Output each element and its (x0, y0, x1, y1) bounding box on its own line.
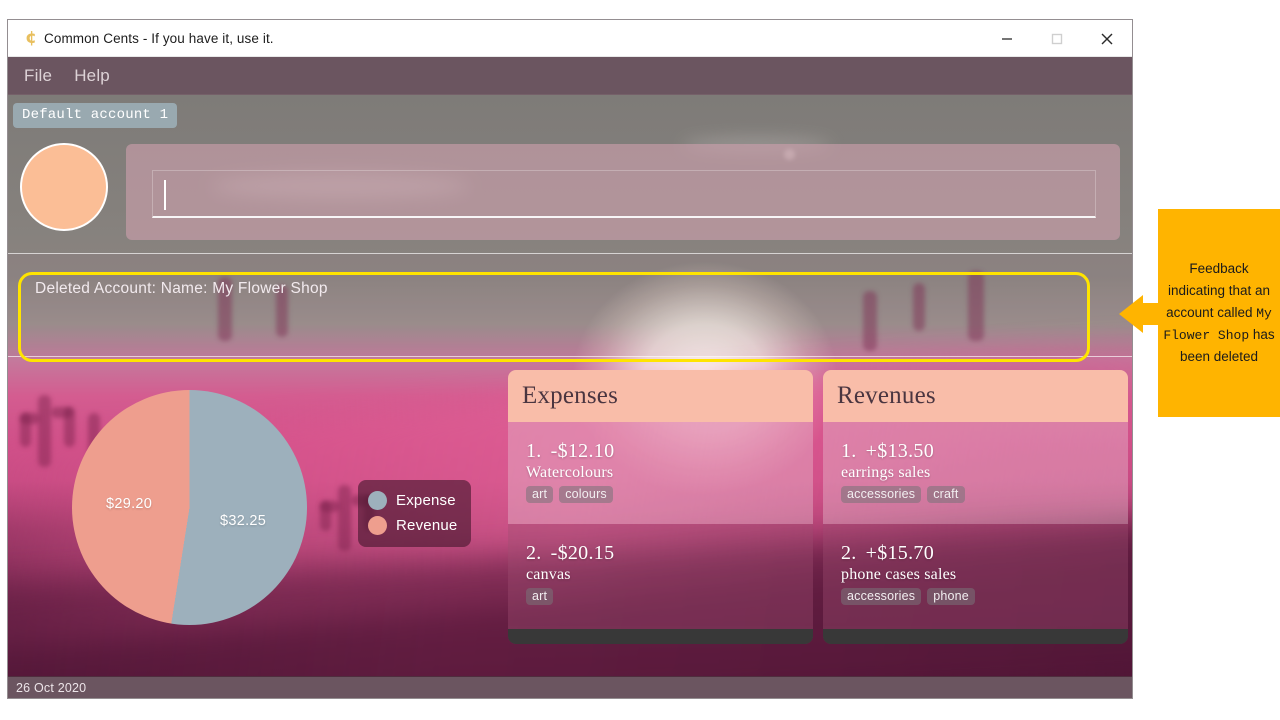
annotation-arrow-icon (1119, 295, 1143, 333)
transaction-index: 2. (526, 542, 542, 564)
text-cursor (164, 180, 166, 210)
transaction-row[interactable]: 1. -$12.10 Watercolours art colours (508, 422, 813, 524)
entry-box (126, 144, 1120, 240)
transaction-amount-line: 1. -$12.10 (526, 440, 813, 463)
legend-item-revenue[interactable]: Revenue (368, 513, 457, 538)
annotation-text: Feedback indicating that an account call… (1162, 258, 1276, 368)
revenues-panel-footer (823, 629, 1128, 644)
transaction-amount-line: 2. -$20.15 (526, 542, 813, 565)
minimize-button[interactable] (982, 20, 1032, 57)
annotation-callout: Feedback indicating that an account call… (1158, 209, 1280, 417)
feedback-panel: Deleted Account: Name: My Flower Shop (8, 253, 1132, 357)
transaction-amount: -$20.15 (550, 542, 615, 564)
transaction-amount-line: 1. +$13.50 (841, 440, 1128, 463)
transaction-tag[interactable]: colours (559, 486, 613, 503)
chart-legend: Expense Revenue (358, 480, 472, 547)
menu-bar: File Help (8, 57, 1132, 95)
screenshot-root: ¢ Common Cents - If you have it, use it. (0, 0, 1280, 720)
transaction-tag[interactable]: accessories (841, 486, 922, 503)
menu-item-help[interactable]: Help (74, 66, 110, 86)
expenses-list: 1. -$12.10 Watercolours art colours 2. -$2… (508, 422, 813, 629)
avatar[interactable] (20, 143, 108, 231)
transaction-tags: accessories phone (841, 588, 1128, 605)
transaction-tag[interactable]: accessories (841, 588, 922, 605)
transaction-index: 1. (841, 440, 857, 462)
legend-color-swatch-expense (368, 491, 387, 510)
pie-chart-container: $29.20 $32.25 Expense Revenue (30, 368, 500, 646)
cent-symbol-icon: ¢ (25, 27, 37, 48)
application-window: ¢ Common Cents - If you have it, use it. (8, 20, 1132, 698)
revenues-panel-header: Revenues (823, 370, 1128, 422)
feedback-message: Deleted Account: Name: My Flower Shop (35, 280, 328, 297)
maximize-button[interactable] (1032, 20, 1082, 57)
revenues-panel: Revenues 1. +$13.50 earrings sales access… (823, 370, 1128, 644)
transaction-row[interactable]: 1. +$13.50 earrings sales accessories cra… (823, 422, 1128, 524)
transaction-input[interactable] (152, 170, 1096, 218)
pie-slice-label-expense: $32.25 (220, 513, 267, 529)
transaction-row[interactable]: 2. +$15.70 phone cases sales accessories … (823, 524, 1128, 626)
transaction-description: phone cases sales (841, 566, 957, 583)
window-controls (982, 20, 1132, 57)
revenues-panel-title: Revenues (837, 382, 936, 409)
legend-label-revenue: Revenue (396, 517, 458, 534)
transaction-tag[interactable]: phone (927, 588, 975, 605)
legend-color-swatch-revenue (368, 516, 387, 535)
entry-row (8, 138, 1132, 246)
menu-item-file[interactable]: File (24, 66, 52, 86)
revenues-list: 1. +$13.50 earrings sales accessories cra… (823, 422, 1128, 629)
expenses-panel-header: Expenses (508, 370, 813, 422)
transaction-tags: accessories craft (841, 486, 1128, 503)
transaction-amount-line: 2. +$15.70 (841, 542, 1128, 565)
legend-label-expense: Expense (396, 492, 456, 509)
content-area: Default account 1 Deleted Account: Name:… (8, 95, 1132, 698)
window-title: Common Cents - If you have it, use it. (44, 30, 274, 46)
dashboard: $29.20 $32.25 Expense Revenue Expenses 1… (8, 358, 1132, 676)
title-bar: ¢ Common Cents - If you have it, use it. (8, 20, 1132, 57)
transaction-description: earrings sales (841, 464, 931, 481)
account-chip[interactable]: Default account 1 (13, 103, 178, 128)
close-button[interactable] (1082, 20, 1132, 57)
transaction-index: 1. (526, 440, 542, 462)
transaction-tag[interactable]: craft (927, 486, 965, 503)
transaction-description: Watercolours (526, 464, 614, 481)
expenses-panel-title: Expenses (522, 382, 619, 409)
transaction-amount: +$15.70 (865, 542, 934, 564)
transaction-tags: art (526, 588, 813, 605)
transaction-amount: -$12.10 (550, 440, 615, 462)
legend-item-expense[interactable]: Expense (368, 488, 457, 513)
expenses-panel-footer (508, 629, 813, 644)
status-date: 26 Oct 2020 (16, 680, 87, 695)
transaction-description: canvas (526, 566, 571, 583)
pie-slice-label-revenue: $29.20 (106, 496, 153, 512)
annotation-text-before: Feedback indicating that an account call… (1166, 261, 1271, 320)
status-bar: 26 Oct 2020 (8, 676, 1132, 698)
transaction-amount: +$13.50 (865, 440, 934, 462)
transaction-tag[interactable]: art (526, 588, 554, 605)
transaction-tag[interactable]: art (526, 486, 554, 503)
expenses-panel: Expenses 1. -$12.10 Watercolours art colo… (508, 370, 813, 644)
transaction-tags: art colours (526, 486, 813, 503)
transaction-index: 2. (841, 542, 857, 564)
transaction-row[interactable]: 2. -$20.15 canvas art (508, 524, 813, 626)
